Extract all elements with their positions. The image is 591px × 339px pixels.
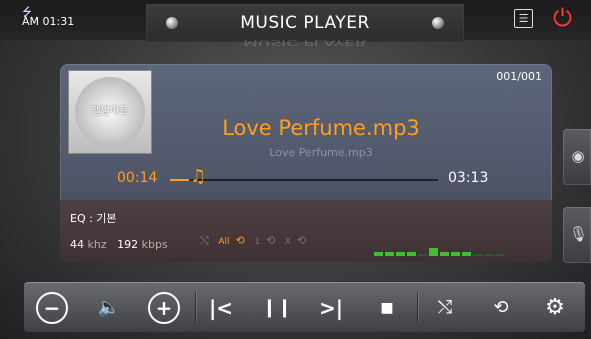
eq-bar bbox=[385, 252, 394, 256]
eq-bar bbox=[396, 252, 405, 256]
eq-bar bbox=[451, 252, 460, 256]
repeat-off-icon: X ⟲ bbox=[284, 234, 307, 247]
sample-rate: 44 bbox=[70, 238, 84, 251]
power-icon[interactable]: ⏻ bbox=[553, 4, 577, 32]
progress-bar[interactable] bbox=[170, 179, 438, 181]
audio-format: 44 khz 192 kbps bbox=[70, 238, 168, 251]
disc-tab[interactable]: ◉ bbox=[563, 129, 591, 185]
shuffle-button[interactable]: ⤭ bbox=[428, 291, 462, 325]
song-subtitle: Love Perfume.mp3 bbox=[269, 146, 373, 159]
sample-rate-unit: khz bbox=[87, 238, 107, 251]
eq-bar bbox=[440, 252, 449, 256]
disc-icon: ◉ bbox=[571, 147, 585, 165]
title-reflection: MUSIC PLAYER bbox=[243, 37, 367, 47]
eq-label: EQ : 기본 bbox=[70, 212, 117, 225]
music-note-icon[interactable]: ♫ bbox=[190, 166, 206, 187]
play-modes: ⤭ All ⟲ 1 ⟲ X ⟲ bbox=[200, 234, 312, 248]
divider bbox=[417, 292, 418, 322]
volume-down-button[interactable]: − bbox=[36, 292, 68, 324]
eq-bar bbox=[473, 254, 482, 256]
repeat-all-icon: All ⟲ bbox=[218, 234, 245, 247]
eq-bar bbox=[407, 252, 416, 256]
settings-button[interactable]: ⚙ bbox=[538, 291, 572, 325]
speaker-button[interactable]: 🔈 bbox=[92, 291, 126, 325]
page-title: MUSIC PLAYER bbox=[240, 13, 370, 33]
pause-button[interactable]: ❙❙ bbox=[260, 291, 294, 325]
screw-icon bbox=[432, 17, 444, 29]
status-clock: ⭍ AM 01:31 bbox=[22, 6, 74, 28]
bitrate-unit: kbps bbox=[141, 238, 168, 251]
repeat-one-icon: 1 ⟲ bbox=[254, 234, 276, 247]
now-playing-panel: 앨범아트 001/001 Love Perfume.mp3 Love Perfu… bbox=[60, 64, 552, 262]
album-art-label: 앨범아트 bbox=[91, 106, 129, 117]
album-art: 앨범아트 bbox=[68, 70, 152, 154]
track-counter: 001/001 bbox=[496, 70, 542, 83]
previous-button[interactable]: |< bbox=[204, 291, 238, 325]
eq-bar bbox=[484, 254, 493, 256]
control-bar: − 🔈 + |< ❙❙ >| ■ ⤭ ⟲ ⚙ bbox=[24, 282, 585, 332]
elapsed-time: 00:14 bbox=[117, 170, 158, 186]
clock-time: AM 01:31 bbox=[22, 15, 75, 28]
eq-bar bbox=[418, 254, 427, 256]
repeat-one-label: 1 bbox=[254, 237, 260, 247]
next-button[interactable]: >| bbox=[314, 291, 348, 325]
shuffle-mode-icon: ⤭ bbox=[200, 234, 209, 247]
repeat-button[interactable]: ⟲ bbox=[484, 291, 518, 325]
title-plate: MUSIC PLAYER MUSIC PLAYER bbox=[146, 4, 464, 47]
mic-tab[interactable]: 🎙 bbox=[563, 207, 591, 263]
eq-bar bbox=[374, 252, 383, 256]
repeat-all-label: All bbox=[218, 237, 230, 247]
progress-fill bbox=[170, 179, 190, 181]
stop-button[interactable]: ■ bbox=[370, 291, 404, 325]
eq-bar bbox=[429, 248, 438, 256]
volume-up-button[interactable]: + bbox=[148, 292, 180, 324]
bitrate: 192 bbox=[117, 238, 139, 251]
total-time: 03:13 bbox=[448, 170, 489, 186]
microphone-icon: 🎙 bbox=[569, 225, 589, 243]
divider bbox=[195, 292, 196, 322]
song-title: Love Perfume.mp3 bbox=[222, 116, 420, 140]
top-bar: ⭍ AM 01:31 MUSIC PLAYER MUSIC PLAYER ☰ ⏻ bbox=[0, 0, 591, 47]
eq-bar bbox=[495, 254, 504, 256]
info-area bbox=[60, 200, 552, 262]
playlist-icon[interactable]: ☰ bbox=[514, 9, 533, 28]
eq-bar bbox=[462, 252, 471, 256]
repeat-off-label: X bbox=[284, 237, 291, 247]
